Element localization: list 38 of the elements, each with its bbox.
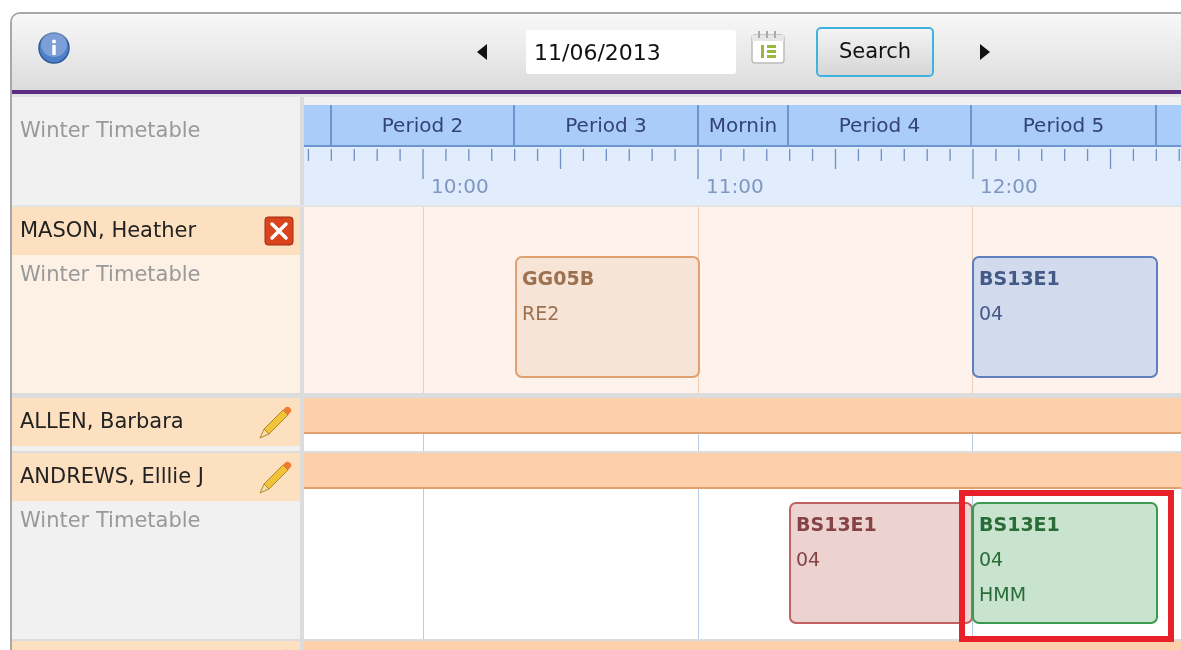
- lesson-code: BS13E1: [796, 512, 878, 537]
- lesson-block[interactable]: BS13E1 04 HMM: [972, 502, 1158, 624]
- lesson-code: GG05B: [522, 266, 596, 291]
- lesson-detail: 04: [979, 301, 1005, 326]
- lesson-detail: 04: [796, 547, 822, 572]
- lesson-block[interactable]: GG05B RE2: [515, 256, 700, 378]
- lesson-code: BS13E1: [979, 512, 1061, 537]
- search-button[interactable]: Search: [816, 27, 934, 77]
- left-arrow-icon: [477, 44, 487, 60]
- remove-icon[interactable]: [264, 216, 294, 246]
- time-label: 11:00: [706, 173, 764, 200]
- next-day-button[interactable]: [978, 42, 992, 62]
- period-label: Period 3: [565, 112, 647, 139]
- lesson-block[interactable]: BS13E1 04: [789, 502, 973, 624]
- staff-header[interactable]: MASON, Heather: [12, 207, 300, 255]
- lesson-detail: RE2: [522, 301, 561, 326]
- period-label: Period 5: [1022, 112, 1105, 139]
- staff-header[interactable]: ALLEN, Barbara: [12, 398, 300, 446]
- period-label: Period 4: [838, 112, 921, 139]
- period-label: Mornin: [708, 112, 778, 139]
- lesson-detail: 04: [979, 547, 1005, 572]
- time-label: 10:00: [431, 173, 489, 200]
- date-field[interactable]: 11/06/2013: [526, 30, 736, 74]
- staff-header[interactable]: ANDREWS, Elllie J: [12, 453, 300, 501]
- lesson-code: BS13E1: [979, 266, 1061, 291]
- info-icon[interactable]: [38, 32, 70, 64]
- time-label: 12:00: [980, 173, 1038, 200]
- period-label: Period 2: [381, 112, 464, 139]
- timetable-name: Winter Timetable: [20, 118, 201, 142]
- right-arrow-icon: [980, 44, 990, 60]
- lesson-block[interactable]: BS13E1 04: [972, 256, 1158, 378]
- timetable-name: Winter Timetable: [19, 261, 202, 288]
- staff-name: MASON, Heather: [20, 217, 197, 245]
- staff-name: ANDREWS, Elllie J: [20, 463, 204, 491]
- previous-day-button[interactable]: [475, 42, 489, 62]
- timetable-name: Winter Timetable: [19, 507, 202, 534]
- lesson-detail: HMM: [979, 582, 1028, 607]
- staff-name: ALLEN, Barbara: [20, 408, 184, 436]
